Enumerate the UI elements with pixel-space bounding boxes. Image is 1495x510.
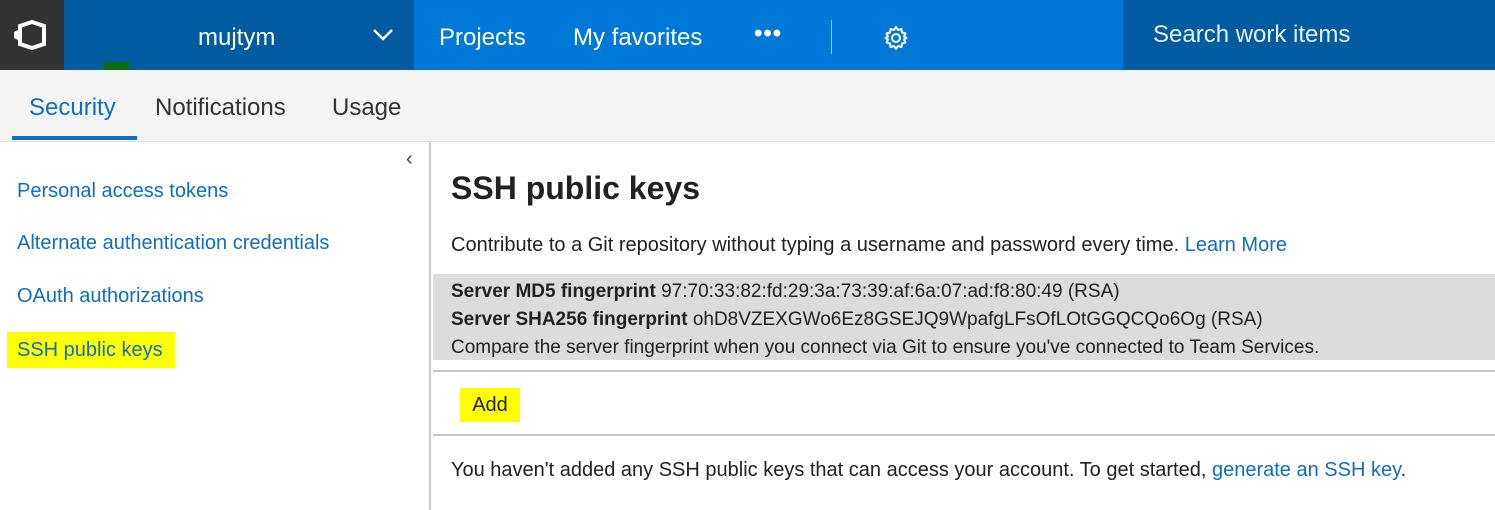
account-name: mujtym xyxy=(198,24,276,51)
sidebar-item-oauth[interactable]: OAuth authorizations xyxy=(17,285,204,308)
sidebar-item-ssh-public-keys[interactable]: SSH public keys xyxy=(17,339,163,362)
learn-more-link[interactable]: Learn More xyxy=(1185,234,1287,256)
sidebar-item-alternate-credentials[interactable]: Alternate authentication credentials xyxy=(17,232,329,255)
sidebar: ‹ Personal access tokens Alternate authe… xyxy=(0,142,431,510)
vsts-logo-icon xyxy=(14,20,46,50)
md5-label: Server MD5 fingerprint xyxy=(451,281,656,302)
tab-security[interactable]: Security xyxy=(29,94,116,122)
sidebar-item-personal-access-tokens[interactable]: Personal access tokens xyxy=(17,180,228,203)
search-input[interactable] xyxy=(1123,0,1495,70)
home-button[interactable] xyxy=(0,0,64,70)
fingerprint-box: Server MD5 fingerprint 97:70:33:82:fd:29… xyxy=(433,274,1495,360)
gear-icon[interactable] xyxy=(883,25,909,51)
compare-text: Compare the server fingerprint when you … xyxy=(451,337,1320,358)
chevron-down-icon xyxy=(373,29,393,41)
page-title: SSH public keys xyxy=(451,170,700,206)
md5-value: 97:70:33:82:fd:29:3a:73:39:af:6a:07:ad:f… xyxy=(661,281,1120,302)
main-content: SSH public keys Contribute to a Git repo… xyxy=(433,142,1495,510)
divider-bottom xyxy=(433,434,1495,436)
sha256-label: Server SHA256 fingerprint xyxy=(451,309,688,330)
active-tab-indicator xyxy=(12,136,137,140)
empty-text: You haven't added any SSH public keys th… xyxy=(451,459,1207,481)
collapse-sidebar-icon[interactable]: ‹ xyxy=(406,148,413,171)
tab-notifications[interactable]: Notifications xyxy=(155,94,286,122)
sha256-value: ohD8VZEXGWo6Ez8GSEJQ9WpafgLFsOfLOtGGQCQo… xyxy=(692,309,1263,330)
add-button[interactable]: Add xyxy=(460,388,520,422)
md5-row: Server MD5 fingerprint 97:70:33:82:fd:29… xyxy=(451,278,1495,306)
top-bar: mujtym Projects My favorites ••• xyxy=(0,0,1495,70)
nav-my-favorites[interactable]: My favorites xyxy=(573,24,702,52)
nav-divider xyxy=(831,20,832,54)
generate-ssh-key-link[interactable]: generate an SSH key xyxy=(1212,459,1401,481)
intro-description: Contribute to a Git repository without t… xyxy=(451,234,1180,256)
search-box xyxy=(1123,0,1495,70)
divider-top xyxy=(433,370,1495,372)
sha256-row: Server SHA256 fingerprint ohD8VZEXGWo6Ez… xyxy=(451,306,1495,334)
period: . xyxy=(1400,459,1407,481)
more-icon[interactable]: ••• xyxy=(754,20,782,48)
tab-bar: Security Notifications Usage xyxy=(0,70,1495,142)
intro-text: Contribute to a Git repository without t… xyxy=(451,234,1287,257)
tab-usage[interactable]: Usage xyxy=(332,94,401,122)
empty-message: You haven't added any SSH public keys th… xyxy=(451,459,1406,482)
account-selector[interactable]: mujtym xyxy=(64,0,414,70)
nav-projects[interactable]: Projects xyxy=(439,24,526,52)
